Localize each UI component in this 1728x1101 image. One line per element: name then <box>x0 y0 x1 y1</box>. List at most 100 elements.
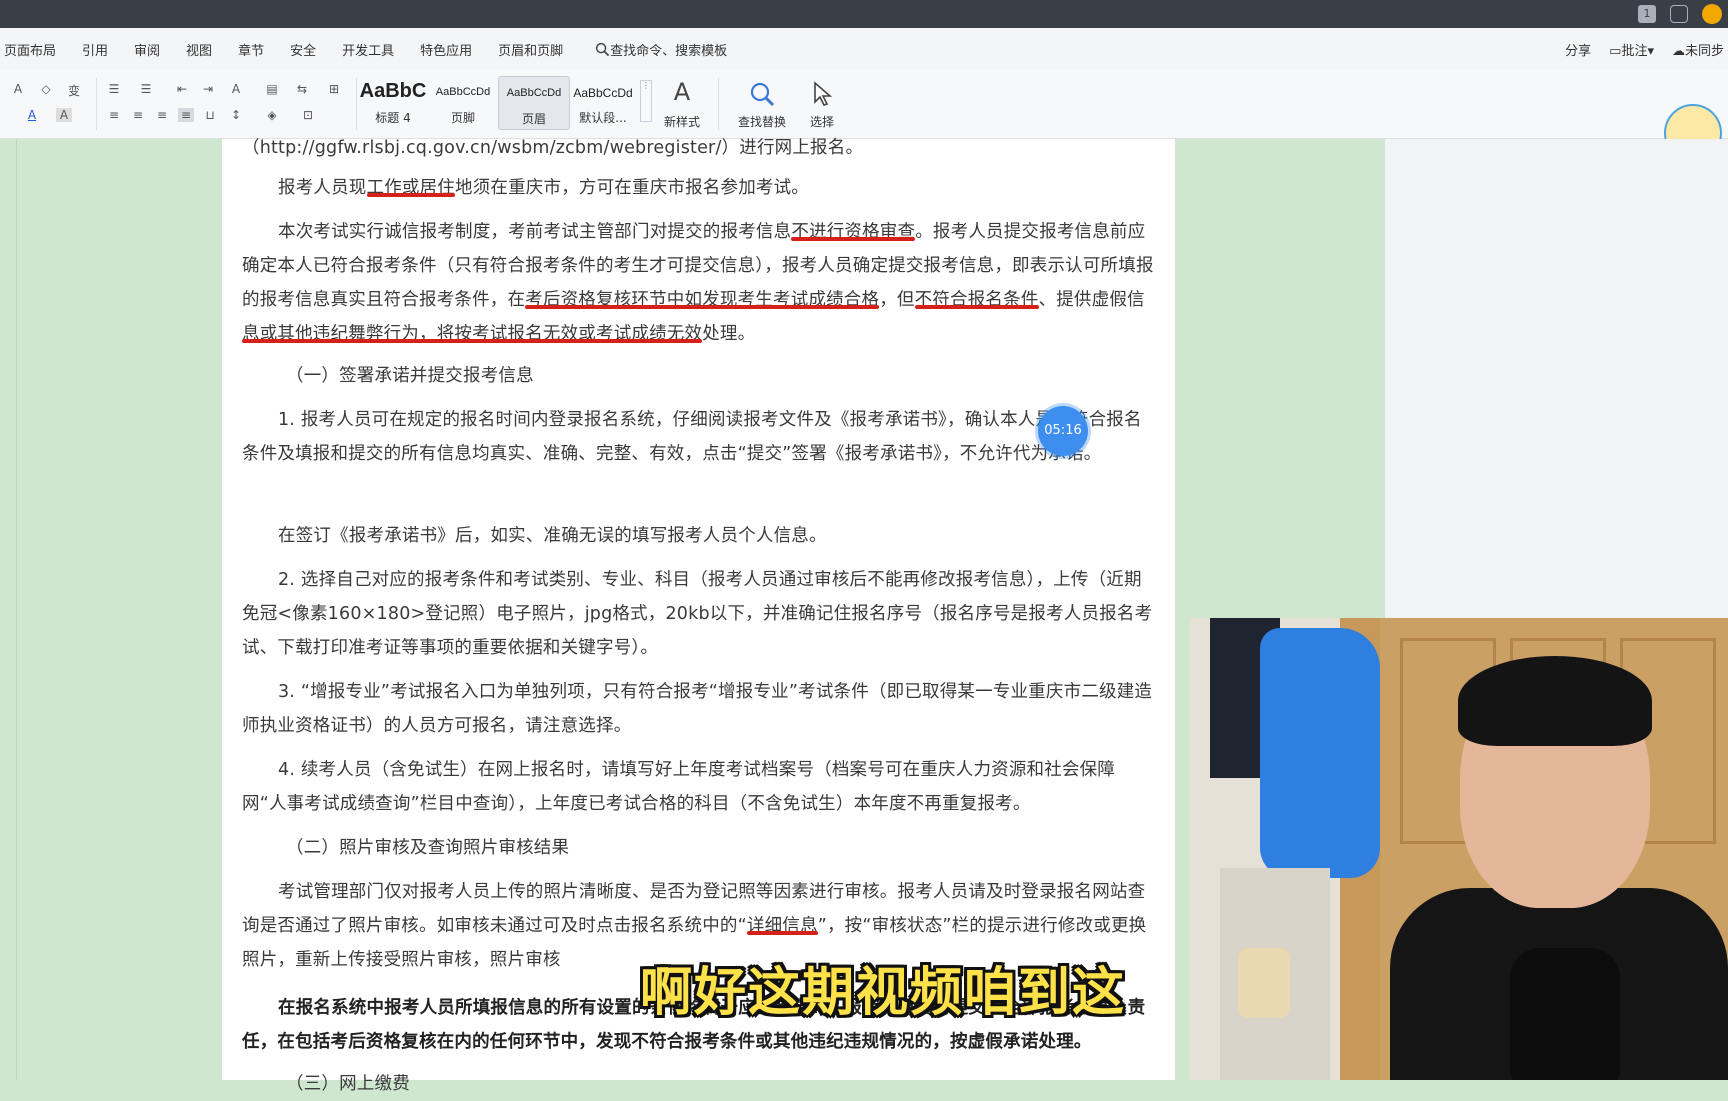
paragraph-url: （http://ggfw.rlsbj.cq.gov.cn/wsbm/zcbm/w… <box>242 138 864 158</box>
paragraph-6: 3. “增报专业”考试报名入口为单独列项，只有符合报考“增报专业”考试条件（即已… <box>242 675 1157 743</box>
distribute-icon[interactable]: ⊔ <box>202 108 218 122</box>
style-header[interactable]: AaBbCcDd 页眉 <box>498 76 570 130</box>
style-sample: AaBbCcDd <box>506 87 562 99</box>
text-run: 3. “增报专业”考试报名入口为单独列项，只有符合报考“增报专业”考试条件（即已… <box>242 682 1153 736</box>
char-shading-icon[interactable]: A <box>56 108 72 122</box>
text-run: 本次考试实行诚信报考制度，考前考试主管部门对提交的报考信息 <box>278 222 792 242</box>
style-sample: AaBbCcDd <box>435 86 491 98</box>
webcam-blue-jacket <box>1260 628 1380 878</box>
new-style-icon: A <box>673 78 691 106</box>
heading-2: （二）照片审核及查询照片审核结果 <box>242 831 1157 865</box>
number-list-icon[interactable]: ☰ <box>138 82 154 96</box>
indent-icon[interactable]: ⇥ <box>200 82 216 96</box>
command-search-label: 查找命令、搜索模板 <box>610 43 728 59</box>
phonetic-icon[interactable]: 变 <box>66 82 82 98</box>
webcam-person-hair <box>1458 656 1652 746</box>
eraser-icon[interactable]: ◇ <box>38 82 54 96</box>
font-tools: A ◇ 变 A A <box>4 76 94 132</box>
menu-right: 分享 ▭批注▾ ☁未同步 <box>1565 28 1724 70</box>
underlined-text: 工作或居住 <box>366 178 455 198</box>
menu-tabs: 页面布局 引用 审阅 视图 章节 安全 开发工具 特色应用 页眉和页脚 查找命令… <box>4 28 727 70</box>
table-icon[interactable]: ⊞ <box>326 82 342 96</box>
underlined-text: 不符合报名条件 <box>914 290 1039 310</box>
video-subtitle: 啊好这期视频咱到这 <box>640 963 1127 1023</box>
justify-icon[interactable]: ≡ <box>178 108 194 122</box>
style-default-paragraph[interactable]: AaBbCcDd 默认段... <box>568 76 638 128</box>
sync-label: 未同步 <box>1684 43 1724 59</box>
style-label: 标题 4 <box>375 111 411 125</box>
text-run: ，但 <box>879 290 915 310</box>
text-run: 处理。 <box>702 324 756 344</box>
font-size-up-icon[interactable]: A <box>10 82 26 96</box>
paragraph-3: 1. 报考人员可在规定的报名时间内登录报名系统，仔细阅读报考文件及《报考承诺书》… <box>242 403 1157 471</box>
new-style-button[interactable]: A 新样式 <box>652 76 712 132</box>
show-marks-icon[interactable]: ⇆ <box>294 82 310 96</box>
webcam-overlay <box>1190 618 1728 1080</box>
outdent-icon[interactable]: ⇤ <box>174 82 190 96</box>
tab-section[interactable]: 章节 <box>238 40 264 59</box>
title-bar-controls: 1 <box>1638 4 1722 24</box>
tab-developer[interactable]: 开发工具 <box>342 40 394 59</box>
search-icon <box>595 42 610 56</box>
align-right-icon[interactable]: ≡ <box>154 108 170 122</box>
recording-timer[interactable]: 05:16 <box>1038 406 1088 456</box>
text-run: 报考人员现 <box>278 178 367 198</box>
heading-3: （三）网上缴费 <box>242 1067 1157 1101</box>
find-replace-label: 查找替换 <box>737 115 786 129</box>
webcam-jar <box>1238 948 1290 1018</box>
text-run: 、提供虚假信 <box>1038 290 1145 310</box>
tab-review[interactable]: 审阅 <box>134 40 160 59</box>
underlined-text: 考后资格复核环节中如发现考生考试成绩合格 <box>525 290 880 310</box>
style-sample: AaBbC <box>359 80 427 102</box>
style-scroll-icon[interactable]: ⋮ <box>640 80 652 122</box>
magnifier-icon <box>750 82 775 107</box>
sync-status[interactable]: ☁未同步 <box>1672 40 1724 59</box>
tab-page-layout[interactable]: 页面布局 <box>4 40 56 59</box>
align-left-icon[interactable]: ≡ <box>106 108 122 122</box>
text-run: 4. 续考人员（含免试生）在网上报名时，请填写好上年度考试档案号（档案号可在重庆… <box>242 760 1116 814</box>
document-page[interactable]: （http://ggfw.rlsbj.cq.gov.cn/wsbm/zcbm/w… <box>222 138 1175 1094</box>
style-footer[interactable]: AaBbCcDd 页脚 <box>428 76 498 128</box>
shading-icon[interactable]: ◈ <box>264 108 280 122</box>
command-search[interactable]: 查找命令、搜索模板 <box>595 40 727 59</box>
webcam-microphone <box>1510 948 1620 1080</box>
tab-references[interactable]: 引用 <box>82 40 108 59</box>
ribbon: A ◇ 变 A A ☰ ☰ ⇤ ⇥ A ▤ ⇆ ⊞ ≡ ≡ ≡ ≡ ⊔ ↕ ◈ … <box>0 70 1728 139</box>
user-avatar[interactable] <box>1702 4 1722 24</box>
heading-text: （一）签署承诺并提交报考信息 <box>286 366 534 386</box>
paragraph-4: 在签订《报考承诺书》后，如实、准确无误的填写报考人员个人信息。 <box>242 519 1157 553</box>
underlined-text: 不进行资格审查 <box>791 222 916 242</box>
tab-special[interactable]: 特色应用 <box>420 40 472 59</box>
find-replace-button[interactable]: 查找替换 <box>732 76 792 132</box>
heading-1: （一）签署承诺并提交报考信息 <box>242 359 1157 393</box>
comment-button[interactable]: ▭批注▾ <box>1609 40 1654 59</box>
style-heading4[interactable]: AaBbC 标题 4 <box>358 76 428 128</box>
style-label: 默认段... <box>579 111 627 125</box>
paragraph-tools: ☰ ☰ ⇤ ⇥ A ▤ ⇆ ⊞ ≡ ≡ ≡ ≡ ⊔ ↕ ◈ ⊡ <box>104 76 354 132</box>
border-icon[interactable]: ⊡ <box>300 108 316 122</box>
font-color-icon[interactable]: A <box>24 108 40 122</box>
style-label: 页脚 <box>450 111 475 125</box>
text-run: 在签订《报考承诺书》后，如实、准确无误的填写报考人员个人信息。 <box>278 526 827 546</box>
text-direction-icon[interactable]: A <box>228 82 244 96</box>
select-label: 选择 <box>809 115 834 129</box>
paragraph-2: 本次考试实行诚信报考制度，考前考试主管部门对提交的报考信息不进行资格审查。报考人… <box>242 215 1157 351</box>
tab-header-footer[interactable]: 页眉和页脚 <box>498 40 563 59</box>
title-bar: 1 <box>0 0 1728 28</box>
text-run: 1. 报考人员可在规定的报名时间内登录报名系统，仔细阅读报考文件及《报考承诺书》… <box>242 410 1142 464</box>
align-center-icon[interactable]: ≡ <box>130 108 146 122</box>
underlined-text: 详细信息 <box>746 916 818 936</box>
text-run: 地须在重庆市，方可在重庆市报名参加考试。 <box>455 178 809 198</box>
sort-icon[interactable]: ▤ <box>264 82 280 96</box>
new-style-label: 新样式 <box>663 115 700 129</box>
comment-label: 批注 <box>1621 43 1648 59</box>
tab-security[interactable]: 安全 <box>290 40 316 59</box>
window-count-badge[interactable]: 1 <box>1638 5 1656 23</box>
heading-text: （三）网上缴费 <box>286 1074 410 1094</box>
line-spacing-icon[interactable]: ↕ <box>228 108 244 122</box>
select-button[interactable]: 选择 <box>792 76 852 132</box>
share-button[interactable]: 分享 <box>1565 40 1591 59</box>
skin-icon[interactable] <box>1670 5 1688 23</box>
bullet-list-icon[interactable]: ☰ <box>106 82 122 96</box>
tab-view[interactable]: 视图 <box>186 40 212 59</box>
